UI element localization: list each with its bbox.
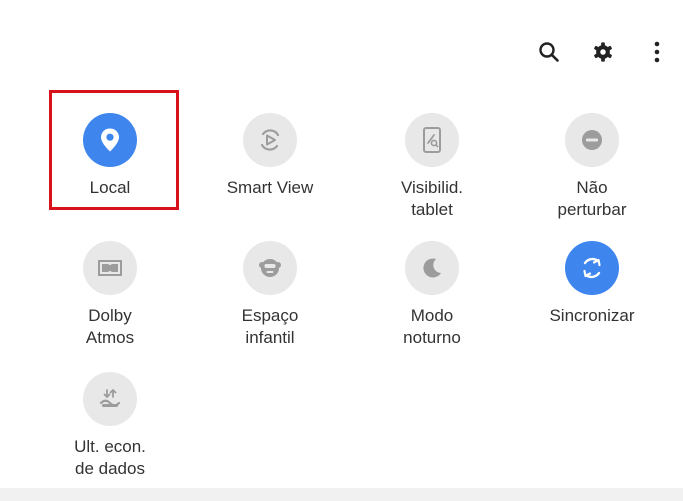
tile-label: Modo noturno	[403, 306, 461, 347]
tile-label: Smart View	[226, 178, 314, 197]
night-mode-icon	[405, 241, 459, 295]
data-saver-icon	[83, 372, 137, 426]
tile-dolby-atmos[interactable]: Dolby Atmos	[40, 241, 180, 349]
sync-icon	[565, 241, 619, 295]
kids-space-icon	[243, 241, 297, 295]
search-icon[interactable]	[535, 38, 563, 66]
tile-visibility-tablet[interactable]: Visibilid. tablet	[362, 113, 502, 221]
tile-label: Visibilid. tablet	[400, 178, 464, 219]
tile-sync[interactable]: Sincronizar	[522, 241, 662, 327]
tile-data-saver[interactable]: Ult. econ. de dados	[40, 372, 180, 480]
tile-label: Não perturbar	[557, 178, 627, 219]
tile-label: Sincronizar	[549, 306, 635, 325]
tablet-visibility-icon	[405, 113, 459, 167]
gear-icon[interactable]	[589, 38, 617, 66]
tile-kids-space[interactable]: Espaço infantil	[200, 241, 340, 349]
tile-label: Espaço infantil	[241, 306, 299, 347]
quick-settings-panel: Local Smart View Visibilid. tablet Não p…	[0, 0, 683, 488]
tile-night-mode[interactable]: Modo noturno	[362, 241, 502, 349]
dolby-atmos-icon	[83, 241, 137, 295]
tile-smart-view[interactable]: Smart View	[200, 113, 340, 199]
more-vert-icon[interactable]	[643, 38, 671, 66]
highlight-box	[49, 90, 179, 210]
do-not-disturb-icon	[565, 113, 619, 167]
smart-view-icon	[243, 113, 297, 167]
tile-label: Ult. econ. de dados	[74, 437, 146, 478]
tile-do-not-disturb[interactable]: Não perturbar	[522, 113, 662, 221]
tile-label: Dolby Atmos	[85, 306, 135, 347]
bottom-strip	[0, 488, 683, 501]
